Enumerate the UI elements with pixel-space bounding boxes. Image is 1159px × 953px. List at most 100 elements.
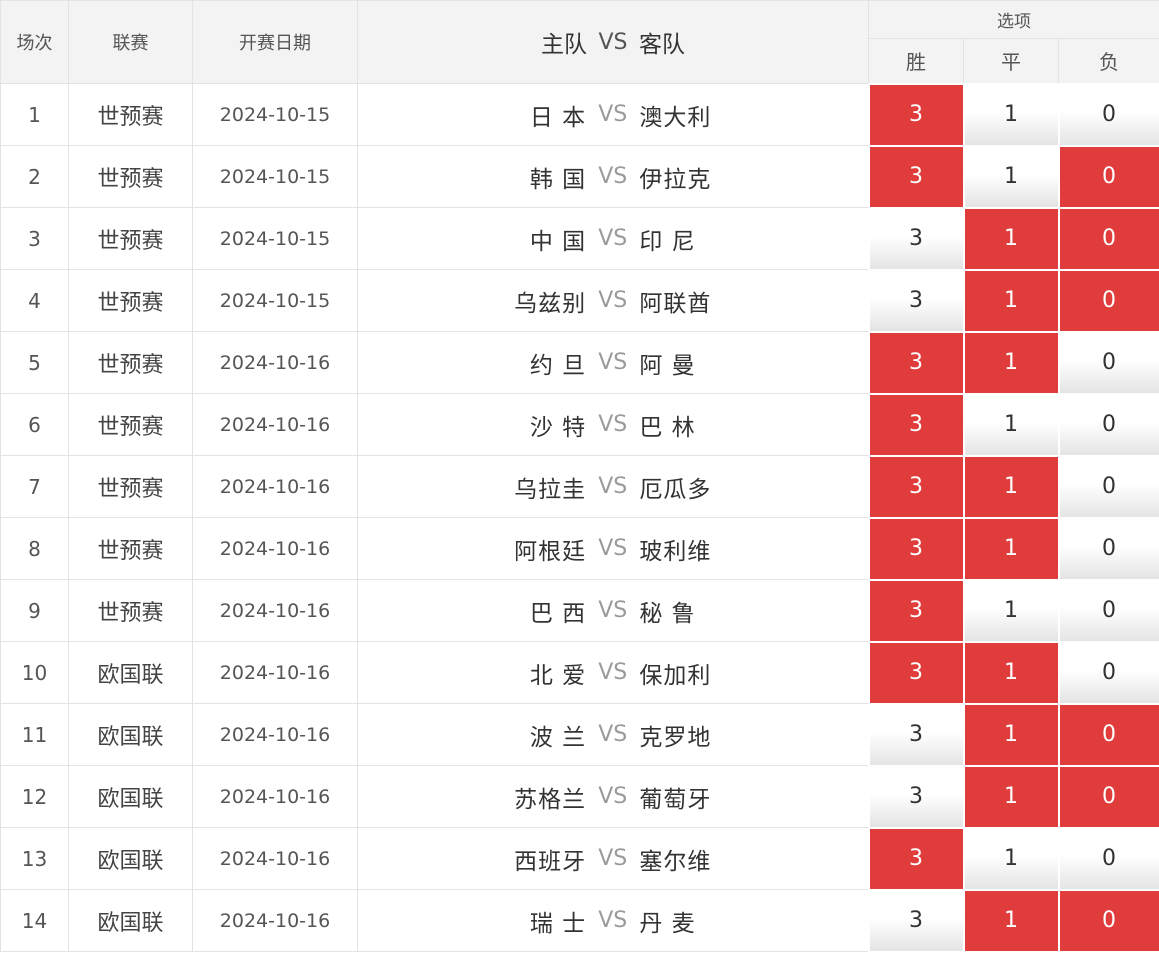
header-option-draw: 平	[964, 38, 1059, 83]
option-draw-button[interactable]: 1	[964, 332, 1059, 394]
option-win-button[interactable]: 3	[869, 518, 964, 580]
start-date: 2024-10-15	[193, 84, 358, 146]
vs-label: VS	[586, 102, 639, 127]
option-win-button[interactable]: 3	[869, 208, 964, 270]
option-draw-button[interactable]: 1	[964, 704, 1059, 766]
option-win-button[interactable]: 3	[869, 146, 964, 208]
vs-label: VS	[586, 598, 639, 623]
match-number: 10	[1, 642, 69, 704]
start-date: 2024-10-16	[193, 394, 358, 456]
option-win-button[interactable]: 3	[869, 704, 964, 766]
table-row: 7世预赛2024-10-16乌拉圭VS厄瓜多310	[1, 456, 1159, 518]
league-name: 欧国联	[69, 704, 193, 766]
option-loss-button[interactable]: 0	[1059, 890, 1159, 952]
option-loss-button[interactable]: 0	[1059, 146, 1159, 208]
vs-label: VS	[586, 164, 639, 189]
match-number: 12	[1, 766, 69, 828]
away-team: 葡萄牙	[639, 780, 867, 814]
option-draw-button[interactable]: 1	[964, 828, 1059, 890]
option-draw-button[interactable]: 1	[964, 890, 1059, 952]
home-team: 阿根廷	[358, 532, 586, 566]
option-draw-button[interactable]: 1	[964, 580, 1059, 642]
option-draw-button[interactable]: 1	[964, 394, 1059, 456]
option-win-button[interactable]: 3	[869, 642, 964, 704]
option-loss-button[interactable]: 0	[1059, 828, 1159, 890]
vs-label: VS	[586, 722, 639, 747]
start-date: 2024-10-16	[193, 766, 358, 828]
match-number: 5	[1, 332, 69, 394]
option-win-button[interactable]: 3	[869, 84, 964, 146]
option-loss-button[interactable]: 0	[1059, 208, 1159, 270]
header-teams: 主队 VS 客队	[358, 1, 869, 84]
away-team: 澳大利	[639, 98, 867, 132]
option-win-button[interactable]: 3	[869, 766, 964, 828]
option-win-button[interactable]: 3	[869, 270, 964, 332]
option-draw-button[interactable]: 1	[964, 766, 1059, 828]
option-loss-button[interactable]: 0	[1059, 456, 1159, 518]
match-number: 4	[1, 270, 69, 332]
header-start-date: 开赛日期	[193, 1, 358, 84]
option-win-button[interactable]: 3	[869, 394, 964, 456]
option-draw-button[interactable]: 1	[964, 518, 1059, 580]
league-name: 世预赛	[69, 332, 193, 394]
league-name: 世预赛	[69, 270, 193, 332]
away-team: 克罗地	[639, 718, 867, 752]
table-row: 11欧国联2024-10-16波 兰VS克罗地310	[1, 704, 1159, 766]
away-team: 玻利维	[639, 532, 867, 566]
option-draw-button[interactable]: 1	[964, 456, 1059, 518]
option-loss-button[interactable]: 0	[1059, 84, 1159, 146]
header-options: 选项	[869, 1, 1159, 39]
vs-label: VS	[586, 660, 639, 685]
option-loss-button[interactable]: 0	[1059, 642, 1159, 704]
start-date: 2024-10-15	[193, 146, 358, 208]
option-loss-button[interactable]: 0	[1059, 766, 1159, 828]
option-draw-button[interactable]: 1	[964, 84, 1059, 146]
home-team: 中 国	[358, 222, 586, 256]
vs-label: VS	[586, 784, 639, 809]
option-draw-button[interactable]: 1	[964, 642, 1059, 704]
home-team: 乌兹别	[358, 284, 586, 318]
table-row: 1世预赛2024-10-15日 本VS澳大利310	[1, 84, 1159, 146]
option-win-button[interactable]: 3	[869, 332, 964, 394]
header-league: 联赛	[69, 1, 193, 84]
away-team: 巴 林	[639, 408, 867, 442]
option-win-button[interactable]: 3	[869, 580, 964, 642]
option-loss-button[interactable]: 0	[1059, 394, 1159, 456]
league-name: 欧国联	[69, 828, 193, 890]
teams-cell: 阿根廷VS玻利维	[358, 518, 869, 580]
option-loss-button[interactable]: 0	[1059, 580, 1159, 642]
away-team: 阿联酋	[639, 284, 867, 318]
home-team: 瑞 士	[358, 904, 586, 938]
start-date: 2024-10-16	[193, 890, 358, 952]
start-date: 2024-10-15	[193, 208, 358, 270]
start-date: 2024-10-16	[193, 642, 358, 704]
teams-cell: 乌拉圭VS厄瓜多	[358, 456, 869, 518]
home-team: 乌拉圭	[358, 470, 586, 504]
table-header: 场次 联赛 开赛日期 主队 VS 客队 选项 胜 平 负	[1, 1, 1159, 84]
match-number: 9	[1, 580, 69, 642]
match-number: 7	[1, 456, 69, 518]
option-loss-button[interactable]: 0	[1059, 704, 1159, 766]
league-name: 世预赛	[69, 518, 193, 580]
option-loss-button[interactable]: 0	[1059, 332, 1159, 394]
home-team: 西班牙	[358, 842, 586, 876]
option-draw-button[interactable]: 1	[964, 146, 1059, 208]
option-win-button[interactable]: 3	[869, 890, 964, 952]
match-number: 2	[1, 146, 69, 208]
option-draw-button[interactable]: 1	[964, 208, 1059, 270]
start-date: 2024-10-16	[193, 580, 358, 642]
teams-cell: 北 爱VS保加利	[358, 642, 869, 704]
option-draw-button[interactable]: 1	[964, 270, 1059, 332]
vs-label: VS	[586, 350, 639, 375]
match-number: 13	[1, 828, 69, 890]
option-loss-button[interactable]: 0	[1059, 270, 1159, 332]
league-name: 世预赛	[69, 146, 193, 208]
match-number: 8	[1, 518, 69, 580]
table-row: 12欧国联2024-10-16苏格兰VS葡萄牙310	[1, 766, 1159, 828]
header-match-no: 场次	[1, 1, 69, 84]
option-win-button[interactable]: 3	[869, 828, 964, 890]
option-loss-button[interactable]: 0	[1059, 518, 1159, 580]
league-name: 世预赛	[69, 580, 193, 642]
option-win-button[interactable]: 3	[869, 456, 964, 518]
away-team: 丹 麦	[639, 904, 867, 938]
